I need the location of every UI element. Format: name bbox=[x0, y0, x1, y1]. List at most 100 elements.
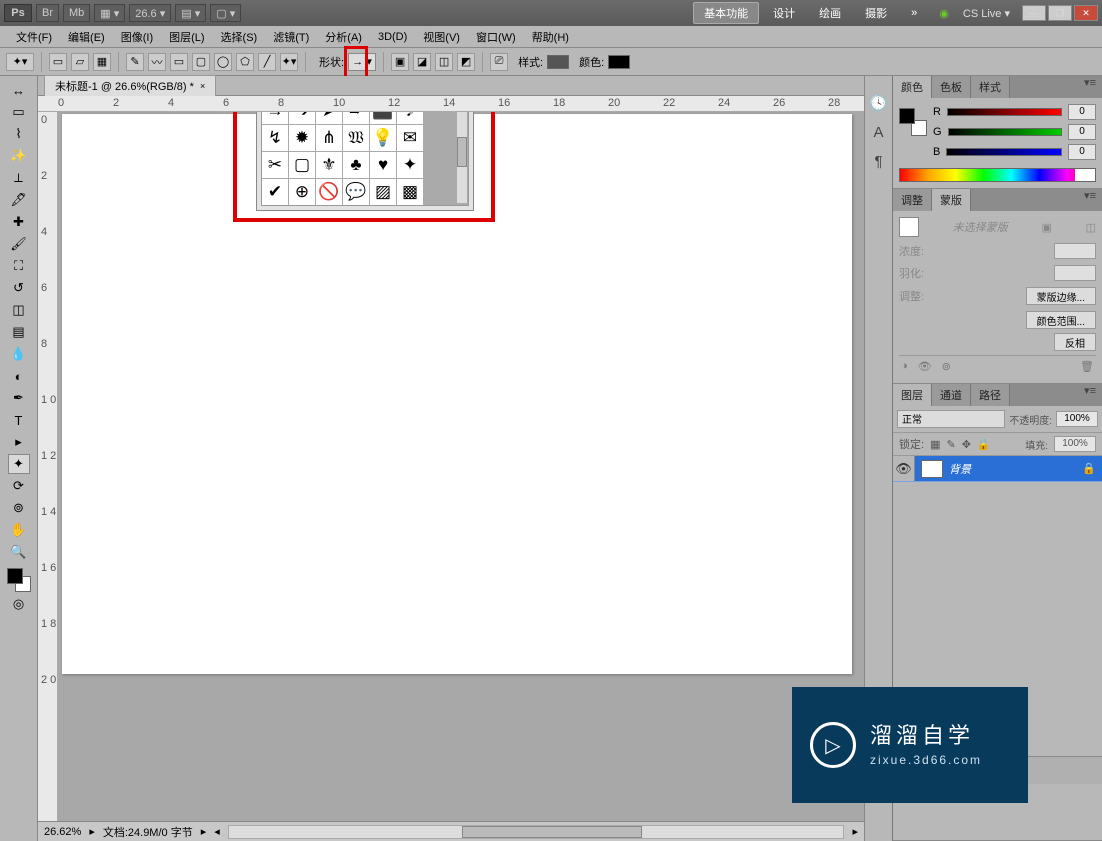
layout-mode-button[interactable]: ▦ ▾ bbox=[94, 4, 125, 22]
shape-picker-scrollbar[interactable] bbox=[456, 112, 468, 204]
pixel-mask-icon[interactable]: ▣ bbox=[1041, 221, 1051, 234]
paths-icon[interactable]: ▱ bbox=[71, 53, 89, 71]
current-tool-icon[interactable]: ✦▾ bbox=[6, 53, 34, 71]
fill-pixels-icon[interactable]: ▦ bbox=[93, 53, 111, 71]
combine-subtract-icon[interactable]: ◪ bbox=[413, 53, 431, 71]
crop-tool[interactable]: ⟂ bbox=[8, 168, 30, 188]
shape-music-note[interactable]: ♪ bbox=[397, 112, 423, 124]
tab-paths[interactable]: 路径 bbox=[971, 384, 1010, 406]
menu-3d[interactable]: 3D(D) bbox=[370, 28, 415, 46]
ruler-vertical[interactable]: 0 2 4 6 8 1 0 1 2 1 4 1 6 1 8 2 0 bbox=[38, 112, 58, 821]
g-value[interactable]: 0 bbox=[1068, 124, 1096, 140]
3d-tool[interactable]: ⟳ bbox=[8, 476, 30, 496]
line-shape-icon[interactable]: ╱ bbox=[258, 53, 276, 71]
path-select-tool[interactable]: ▸ bbox=[8, 432, 30, 452]
mask-edge-button[interactable]: 蒙版边缘... bbox=[1026, 287, 1096, 305]
tab-styles[interactable]: 样式 bbox=[971, 76, 1010, 98]
shape-blob[interactable]: ✦ bbox=[397, 152, 423, 178]
pen-icon[interactable]: ✎ bbox=[126, 53, 144, 71]
layer-name[interactable]: 背景 bbox=[949, 461, 971, 477]
combine-add-icon[interactable]: ▣ bbox=[391, 53, 409, 71]
lock-transparency-icon[interactable]: ▦ bbox=[930, 438, 940, 451]
shape-grass[interactable]: ⋔ bbox=[316, 125, 342, 151]
zoom-tool[interactable]: 🔍 bbox=[8, 542, 30, 562]
workspace-basic[interactable]: 基本功能 bbox=[693, 2, 759, 24]
shape-wave[interactable]: 𝔚 bbox=[343, 125, 369, 151]
mask-density-input[interactable] bbox=[1054, 243, 1096, 259]
r-value[interactable]: 0 bbox=[1068, 104, 1096, 120]
cslive-button[interactable]: CS Live ▾ bbox=[953, 5, 1020, 22]
3d-camera-tool[interactable]: ⊚ bbox=[8, 498, 30, 518]
shape-checker[interactable]: ▩ bbox=[397, 179, 423, 205]
shape-fleur[interactable]: ⚜ bbox=[316, 152, 342, 178]
tab-color[interactable]: 颜色 bbox=[893, 76, 932, 98]
shape-check[interactable]: ✔ bbox=[262, 179, 288, 205]
canvas-area[interactable]: ◂▸ ▸ → ➔ ➤ ➨ ⬛ ♪ ↯ ✹ ⋔ 𝔚 💡 bbox=[58, 112, 864, 821]
polygon-shape-icon[interactable]: ⬠ bbox=[236, 53, 254, 71]
menu-select[interactable]: 选择(S) bbox=[213, 26, 266, 48]
g-slider[interactable] bbox=[948, 128, 1062, 136]
shape-frame[interactable]: ▢ bbox=[289, 152, 315, 178]
paragraph-icon[interactable]: ¶ bbox=[874, 153, 882, 170]
menu-analysis[interactable]: 分析(A) bbox=[317, 26, 370, 48]
menu-file[interactable]: 文件(F) bbox=[8, 26, 60, 48]
minimize-button[interactable]: — bbox=[1022, 5, 1046, 21]
minibridge-button[interactable]: Mb bbox=[63, 4, 90, 22]
shape-target[interactable]: ⊕ bbox=[289, 179, 315, 205]
combine-exclude-icon[interactable]: ◩ bbox=[457, 53, 475, 71]
history-icon[interactable]: 🕓 bbox=[869, 94, 888, 112]
shape-envelope[interactable]: ✉ bbox=[397, 125, 423, 151]
b-value[interactable]: 0 bbox=[1068, 144, 1096, 160]
vector-mask-icon[interactable]: ◫ bbox=[1086, 221, 1096, 234]
color-panel-menu-icon[interactable]: ▾≡ bbox=[1078, 76, 1102, 98]
mask-feather-input[interactable] bbox=[1054, 265, 1096, 281]
custom-shape-tool[interactable]: ✦ bbox=[8, 454, 30, 474]
bridge-button[interactable]: Br bbox=[36, 4, 59, 22]
rect-shape-icon[interactable]: ▭ bbox=[170, 53, 188, 71]
shape-club[interactable]: ♣ bbox=[343, 152, 369, 178]
menu-filter[interactable]: 滤镜(T) bbox=[265, 26, 317, 48]
shape-starburst[interactable]: ✹ bbox=[289, 125, 315, 151]
panel-fgbg-swatch[interactable] bbox=[899, 108, 927, 136]
history-brush-tool[interactable]: ↺ bbox=[8, 278, 30, 298]
marquee-tool[interactable]: ▭ bbox=[8, 102, 30, 122]
shape-layers-icon[interactable]: ▭ bbox=[49, 53, 67, 71]
h-scrollbar[interactable] bbox=[228, 825, 845, 839]
menu-layer[interactable]: 图层(L) bbox=[161, 26, 212, 48]
workspace-paint[interactable]: 绘画 bbox=[809, 3, 851, 23]
workspace-more[interactable]: » bbox=[901, 5, 927, 21]
fgbg-swatch[interactable] bbox=[7, 568, 31, 592]
tab-masks[interactable]: 蒙版 bbox=[932, 189, 971, 211]
lasso-tool[interactable]: ⌇ bbox=[8, 124, 30, 144]
workspace-photo[interactable]: 摄影 bbox=[855, 3, 897, 23]
shape-thin-arrow[interactable]: → bbox=[262, 112, 288, 124]
mask-load-icon[interactable]: ◑ bbox=[901, 360, 908, 373]
healing-tool[interactable]: ✚ bbox=[8, 212, 30, 232]
mask-panel-menu-icon[interactable]: ▾≡ bbox=[1078, 189, 1102, 211]
eraser-tool[interactable]: ◫ bbox=[8, 300, 30, 320]
shape-lightning[interactable]: ↯ bbox=[262, 125, 288, 151]
dodge-tool[interactable]: ◐ bbox=[8, 366, 30, 386]
mask-apply-icon[interactable]: ⊚ bbox=[942, 360, 951, 373]
workspace-design[interactable]: 设计 bbox=[763, 3, 805, 23]
blend-mode-select[interactable]: 正常 bbox=[897, 410, 1005, 428]
shape-lightbulb[interactable]: 💡 bbox=[370, 125, 396, 151]
shape-dropdown[interactable]: → ▾ bbox=[348, 53, 376, 71]
shape-prohibit[interactable]: 🚫 bbox=[316, 179, 342, 205]
lock-paint-icon[interactable]: ✎ bbox=[946, 438, 955, 451]
quickmask-button[interactable]: ◎ bbox=[8, 594, 30, 614]
layers-panel-menu-icon[interactable]: ▾≡ bbox=[1078, 384, 1102, 406]
lock-all-icon[interactable]: 🔒 bbox=[977, 438, 991, 451]
menu-edit[interactable]: 编辑(E) bbox=[60, 26, 113, 48]
shape-block-arrow[interactable]: ➨ bbox=[343, 112, 369, 124]
shape-arrowhead[interactable]: ➤ bbox=[316, 112, 342, 124]
tab-adjustments[interactable]: 调整 bbox=[893, 189, 932, 211]
layer-row[interactable]: 👁 背景 🔒 bbox=[893, 456, 1102, 482]
tab-channels[interactable]: 通道 bbox=[932, 384, 971, 406]
fill-input[interactable]: 100% bbox=[1054, 436, 1096, 452]
status-zoom[interactable]: 26.62% bbox=[44, 826, 81, 838]
opacity-input[interactable]: 100% bbox=[1056, 411, 1098, 427]
wand-tool[interactable]: ✨ bbox=[8, 146, 30, 166]
r-slider[interactable] bbox=[947, 108, 1062, 116]
align-icon[interactable]: ⎚ bbox=[490, 53, 508, 71]
